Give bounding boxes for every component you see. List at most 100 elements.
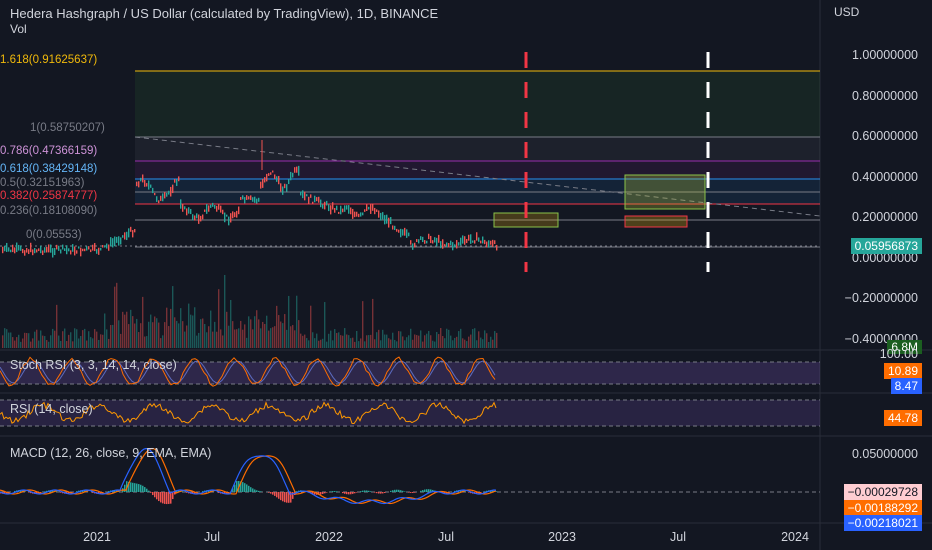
- volume-bar: [126, 311, 128, 348]
- price-candle: [100, 247, 102, 251]
- volume-bar: [22, 338, 24, 348]
- price-candle: [34, 248, 36, 254]
- zone-box: [624, 215, 688, 228]
- price-candle: [158, 200, 160, 204]
- volume-bar: [290, 326, 292, 348]
- price-candle: [432, 240, 434, 244]
- price-candle: [382, 212, 384, 220]
- price-candle: [470, 234, 472, 244]
- volume-bar: [464, 339, 466, 348]
- price-candle: [102, 245, 104, 248]
- volume-bar: [4, 328, 6, 348]
- volume-bar: [410, 328, 412, 348]
- price-candle: [408, 232, 410, 237]
- volume-bar: [446, 328, 448, 348]
- macd-histogram-bar: [44, 491, 46, 492]
- price-candle: [2, 246, 4, 254]
- price-candle: [40, 245, 42, 254]
- price-candle: [132, 230, 134, 238]
- price-candle: [346, 205, 348, 210]
- price-candle: [412, 243, 414, 250]
- price-candle: [204, 209, 206, 212]
- price-candle: [176, 179, 178, 186]
- volume-bar: [274, 326, 276, 348]
- volume-bar: [188, 303, 190, 348]
- price-candle: [358, 213, 360, 218]
- volume-bar: [122, 311, 124, 348]
- price-candle: [104, 245, 106, 248]
- price-tick: 0.40000000: [851, 170, 918, 184]
- macd-histogram-bar: [258, 490, 260, 492]
- macd-histogram-bar: [360, 491, 362, 492]
- price-candle: [196, 213, 198, 219]
- volume-bar: [360, 338, 362, 348]
- price-candle: [402, 229, 404, 236]
- volume-bar: [76, 329, 78, 348]
- volume-bar: [200, 319, 202, 348]
- volume-bar: [408, 335, 410, 348]
- volume-bar: [402, 336, 404, 348]
- volume-bar: [456, 336, 458, 348]
- volume-bar: [320, 339, 322, 348]
- volume-bar: [142, 296, 144, 348]
- volume-bar: [30, 341, 32, 348]
- macd-histogram-bar: [158, 492, 160, 502]
- chart-root[interactable]: Hedera Hashgraph / US Dollar (calculated…: [0, 0, 932, 550]
- macd-histogram-bar: [136, 483, 138, 492]
- volume-bar: [484, 330, 486, 348]
- volume-bar: [404, 340, 406, 348]
- macd-histogram-bar: [320, 492, 322, 495]
- volume-bar: [56, 304, 58, 348]
- price-candle: [220, 205, 222, 213]
- volume-bar: [240, 320, 242, 348]
- volume-bar: [470, 334, 472, 348]
- volume-bar: [152, 322, 154, 348]
- volume-bar: [236, 329, 238, 348]
- volume-bar: [422, 341, 424, 348]
- macd-histogram-bar: [124, 484, 126, 492]
- volume-bar: [252, 329, 254, 348]
- volume-bar: [450, 335, 452, 348]
- volume-bar: [172, 286, 174, 348]
- price-candle: [392, 225, 394, 230]
- volume-bar: [496, 332, 498, 348]
- price-candle: [334, 208, 336, 213]
- price-candle: [212, 202, 214, 207]
- price-candle: [496, 244, 498, 251]
- price-candle: [440, 241, 442, 249]
- volume-bar: [492, 339, 494, 348]
- price-candle: [148, 180, 150, 190]
- volume-bar: [286, 329, 288, 348]
- price-candle: [426, 240, 428, 244]
- price-candle: [250, 195, 252, 200]
- price-candle: [154, 192, 156, 196]
- volume-bar: [8, 332, 10, 348]
- macd-histogram-bar: [390, 490, 392, 492]
- price-candle: [484, 239, 486, 245]
- volume-bar: [302, 335, 304, 348]
- volume-bar: [322, 338, 324, 348]
- volume-bar: [316, 333, 318, 348]
- volume-bar: [212, 331, 214, 348]
- volume-bar: [230, 299, 232, 348]
- volume-bar: [432, 340, 434, 348]
- volume-bar: [48, 341, 50, 348]
- macd-histogram-bar: [336, 491, 338, 492]
- price-candle: [268, 173, 270, 176]
- price-candle: [316, 197, 318, 202]
- price-candle: [80, 247, 82, 257]
- volume-bar: [26, 332, 28, 348]
- chart-canvas[interactable]: [0, 0, 932, 550]
- volume-bar: [226, 311, 228, 348]
- volume-bar: [6, 329, 8, 348]
- volume-bar: [480, 337, 482, 348]
- price-candle: [242, 195, 244, 200]
- fib-label: 0.618(0.38429148): [0, 163, 98, 175]
- price-candle: [328, 204, 330, 212]
- price-candle: [234, 212, 236, 218]
- price-candle: [236, 210, 238, 218]
- volume-bar: [90, 337, 92, 348]
- macd-histogram-bar: [132, 482, 134, 492]
- fib-label: 1(0.58750207): [30, 122, 105, 134]
- price-candle: [450, 240, 452, 246]
